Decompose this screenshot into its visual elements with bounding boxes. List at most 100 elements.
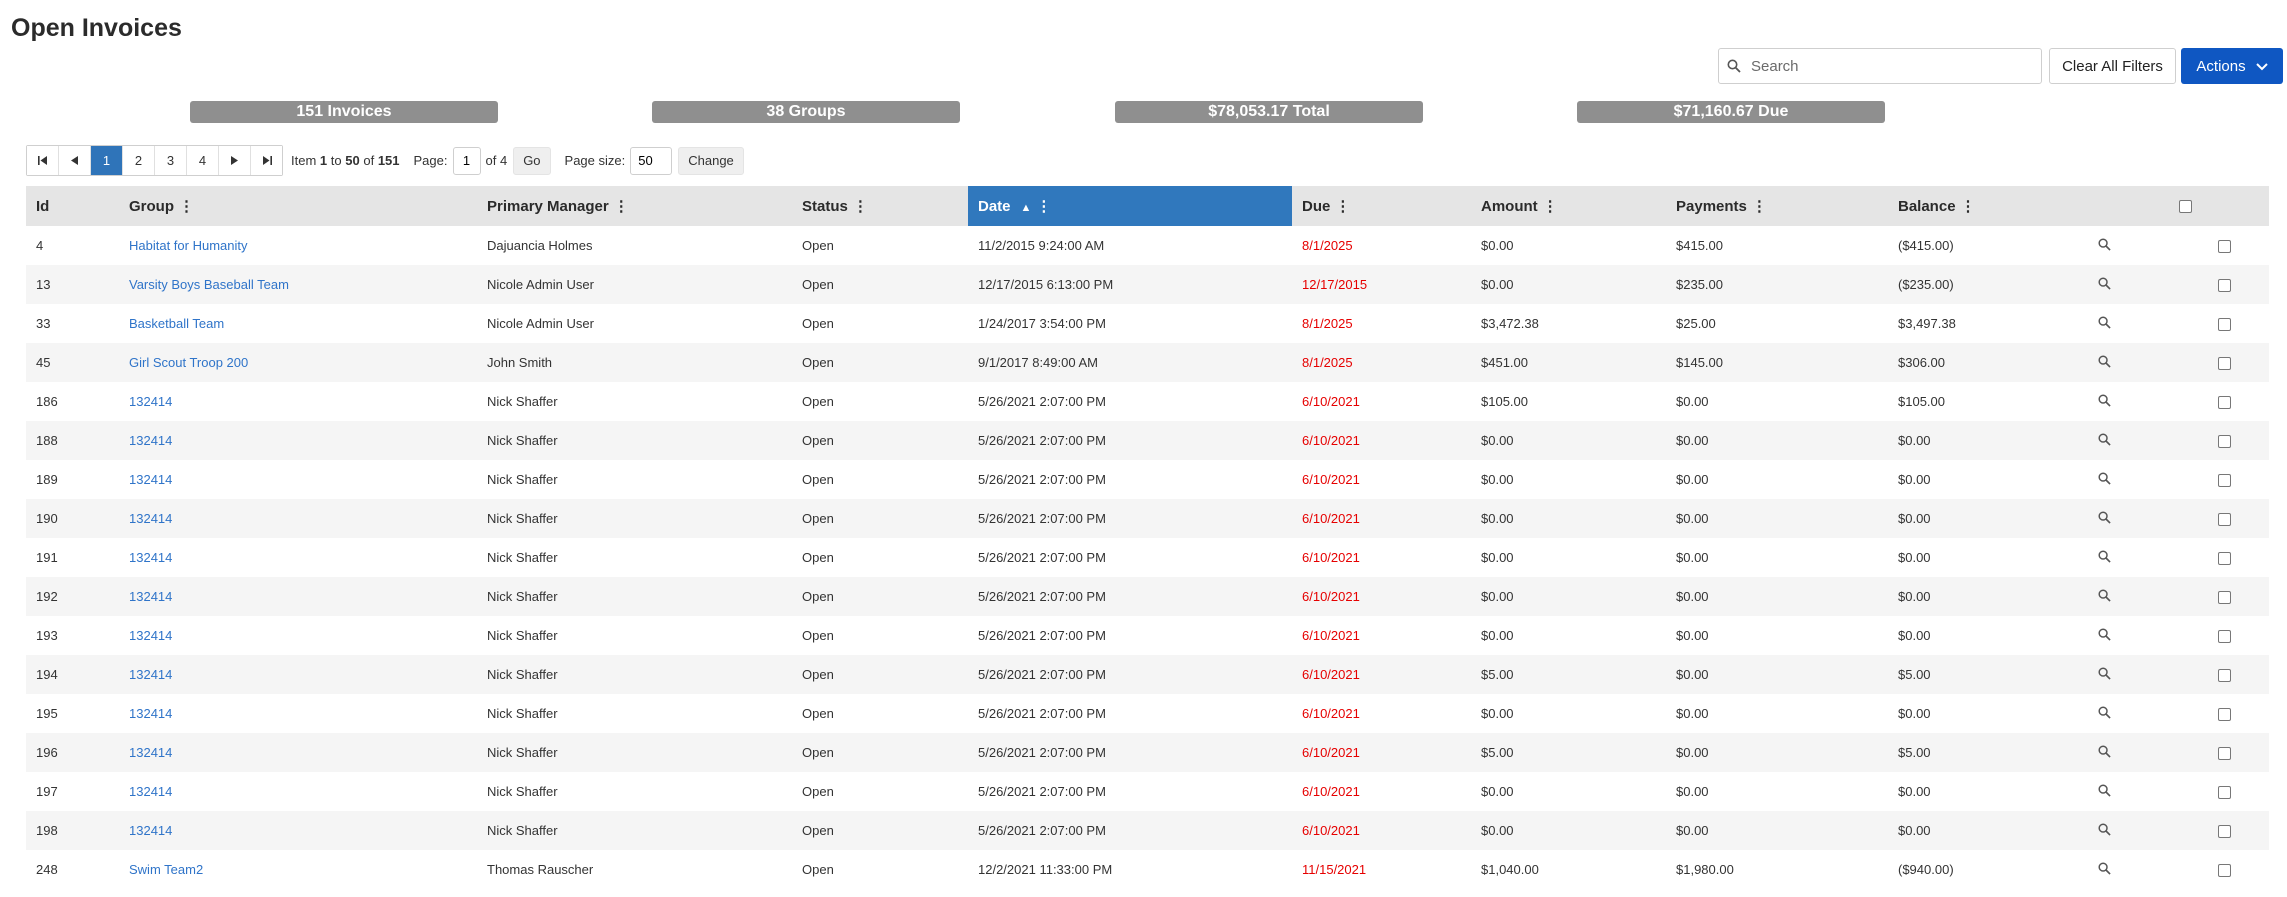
row-checkbox[interactable] <box>2217 786 2231 800</box>
group-link[interactable]: 132414 <box>129 433 172 448</box>
group-link[interactable]: 132414 <box>129 823 172 838</box>
row-checkbox[interactable] <box>2217 864 2231 878</box>
group-link[interactable]: Habitat for Humanity <box>129 238 248 253</box>
page-button-4[interactable]: 4 <box>187 146 219 175</box>
kebab-menu-icon[interactable]: ⋮ <box>179 197 194 215</box>
magnifier-icon[interactable] <box>2098 861 2111 878</box>
column-header-group[interactable]: Group ⋮ <box>119 186 477 226</box>
group-link[interactable]: 132414 <box>129 511 172 526</box>
magnifier-icon[interactable] <box>2098 237 2111 254</box>
actions-button[interactable]: Actions <box>2181 48 2283 84</box>
table-row: 196 132414 Nick Shaffer Open 5/26/2021 2:07:… <box>26 733 2269 772</box>
cell-amount: $5.00 <box>1471 733 1666 772</box>
column-header-payments[interactable]: Payments ⋮ <box>1666 186 1888 226</box>
column-header-due[interactable]: Due ⋮ <box>1292 186 1471 226</box>
cell-amount: $0.00 <box>1481 472 1514 487</box>
invoice-count-badge: 151 Invoices <box>190 101 498 123</box>
row-checkbox[interactable] <box>2217 552 2231 566</box>
row-select-cell <box>2179 421 2269 460</box>
magnifier-icon[interactable] <box>2098 276 2111 293</box>
magnifier-icon[interactable] <box>2098 627 2111 644</box>
column-header-status[interactable]: Status ⋮ <box>792 186 968 226</box>
row-checkbox[interactable] <box>2217 318 2231 332</box>
page-size-input[interactable] <box>630 146 673 175</box>
row-checkbox[interactable] <box>2217 630 2231 644</box>
magnifier-icon[interactable] <box>2098 588 2111 605</box>
kebab-menu-icon[interactable]: ⋮ <box>1036 197 1051 215</box>
group-link[interactable]: 132414 <box>129 667 172 682</box>
row-checkbox[interactable] <box>2217 669 2231 683</box>
row-checkbox[interactable] <box>2217 279 2231 293</box>
column-header-balance[interactable]: Balance ⋮ <box>1888 186 2083 226</box>
magnifier-icon[interactable] <box>2098 471 2111 488</box>
change-page-size-button[interactable]: Change <box>678 146 744 175</box>
row-checkbox[interactable] <box>2217 747 2231 761</box>
clear-all-filters-button[interactable]: Clear All Filters <box>2049 48 2176 84</box>
column-header-date[interactable]: Date ▲ ⋮ <box>968 186 1292 226</box>
column-header-id[interactable]: Id <box>26 186 119 226</box>
magnifier-icon[interactable] <box>2098 549 2111 566</box>
column-header-amount[interactable]: Amount ⋮ <box>1471 186 1666 226</box>
group-link[interactable]: Varsity Boys Baseball Team <box>129 277 289 292</box>
group-link[interactable]: 132414 <box>129 628 172 643</box>
cell-primary-manager: Nick Shaffer <box>477 655 792 694</box>
row-checkbox[interactable] <box>2217 474 2231 488</box>
row-checkbox[interactable] <box>2217 708 2231 722</box>
search-input[interactable] <box>1749 56 2033 76</box>
kebab-menu-icon[interactable]: ⋮ <box>1961 197 1976 215</box>
cell-primary-manager: Nicole Admin User <box>487 316 594 331</box>
group-link[interactable]: Girl Scout Troop 200 <box>129 355 248 370</box>
row-checkbox[interactable] <box>2217 357 2231 371</box>
group-link[interactable]: 132414 <box>129 589 172 604</box>
column-header-label: Amount <box>1481 198 1538 215</box>
group-link[interactable]: 132414 <box>129 394 172 409</box>
cell-date: 5/26/2021 2:07:00 PM <box>978 472 1106 487</box>
last-page-icon[interactable] <box>251 146 282 175</box>
table-row: 45 Girl Scout Troop 200 John Smith Open 9/1/… <box>26 343 2269 382</box>
row-checkbox[interactable] <box>2217 825 2231 839</box>
magnifier-icon[interactable] <box>2098 354 2111 371</box>
page-button-2[interactable]: 2 <box>123 146 155 175</box>
magnifier-icon[interactable] <box>2098 744 2111 761</box>
first-page-icon[interactable] <box>27 146 59 175</box>
previous-page-icon[interactable] <box>59 146 91 175</box>
group-link[interactable]: 132414 <box>129 745 172 760</box>
magnifier-icon[interactable] <box>2098 315 2111 332</box>
row-checkbox[interactable] <box>2217 396 2231 410</box>
magnifier-icon[interactable] <box>2098 783 2111 800</box>
cell-date: 12/17/2015 6:13:00 PM <box>968 265 1292 304</box>
group-link[interactable]: Swim Team2 <box>129 862 203 877</box>
row-checkbox[interactable] <box>2217 513 2231 527</box>
group-link[interactable]: 132414 <box>129 550 172 565</box>
column-header-primary-manager[interactable]: Primary Manager ⋮ <box>477 186 792 226</box>
kebab-menu-icon[interactable]: ⋮ <box>1335 197 1350 215</box>
kebab-menu-icon[interactable]: ⋮ <box>614 197 629 215</box>
page-number-input[interactable] <box>452 146 481 175</box>
search-box[interactable] <box>1718 48 2042 84</box>
kebab-menu-icon[interactable]: ⋮ <box>1543 197 1558 215</box>
row-checkbox[interactable] <box>2217 240 2231 254</box>
cell-id: 45 <box>26 343 119 382</box>
magnifier-icon[interactable] <box>2098 432 2111 449</box>
cell-id: 13 <box>26 265 119 304</box>
kebab-menu-icon[interactable]: ⋮ <box>1752 197 1767 215</box>
next-page-icon[interactable] <box>219 146 251 175</box>
group-link[interactable]: 132414 <box>129 706 172 721</box>
go-button[interactable]: Go <box>513 146 551 175</box>
magnifier-icon[interactable] <box>2098 822 2111 839</box>
row-checkbox[interactable] <box>2217 435 2231 449</box>
cell-status: Open <box>792 421 968 460</box>
row-checkbox[interactable] <box>2217 591 2231 605</box>
page-button-1[interactable]: 1 <box>91 146 123 175</box>
magnifier-icon[interactable] <box>2098 666 2111 683</box>
kebab-menu-icon[interactable]: ⋮ <box>853 197 868 215</box>
group-link[interactable]: 132414 <box>129 784 172 799</box>
view-cell <box>2083 733 2179 772</box>
select-all-checkbox[interactable] <box>2179 200 2192 214</box>
magnifier-icon[interactable] <box>2098 393 2111 410</box>
group-link[interactable]: 132414 <box>129 472 172 487</box>
page-button-3[interactable]: 3 <box>155 146 187 175</box>
group-link[interactable]: Basketball Team <box>129 316 224 331</box>
magnifier-icon[interactable] <box>2098 510 2111 527</box>
magnifier-icon[interactable] <box>2098 705 2111 722</box>
